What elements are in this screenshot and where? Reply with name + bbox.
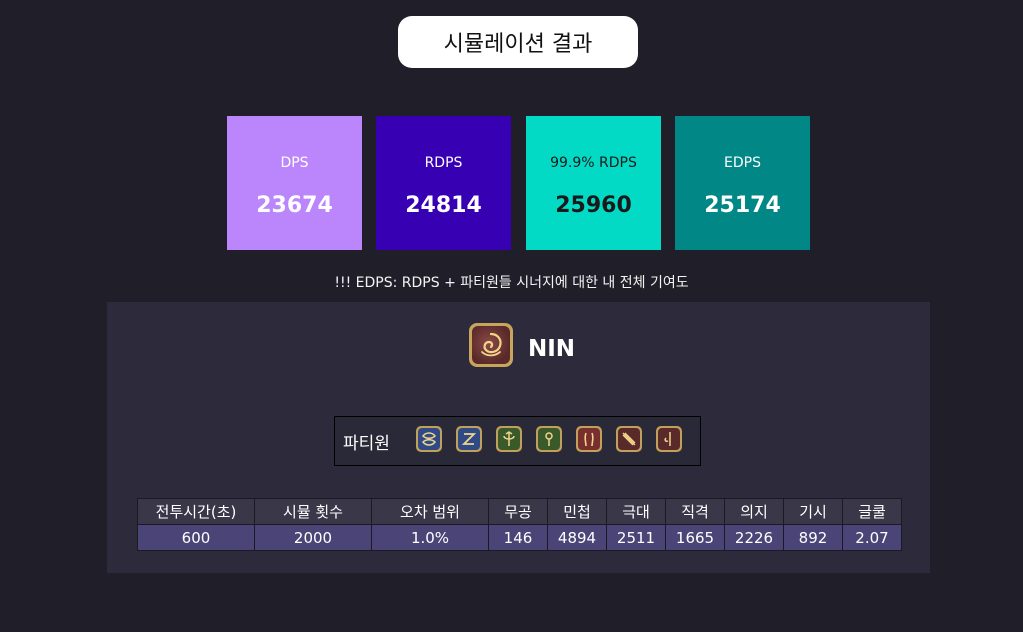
sage-job-icon <box>536 426 562 452</box>
red-mage-job-icon <box>656 426 682 452</box>
table-header: 극대 <box>606 498 666 525</box>
rdps-999-label: 99.9% RDPS <box>550 154 637 171</box>
job-name: NIN <box>528 336 576 362</box>
edps-note: !!! EDPS: RDPS + 파티원들 시너지에 대한 내 전체 기여도 <box>334 275 689 291</box>
dancer-job-icon <box>576 426 602 452</box>
table-cell: 2000 <box>254 524 372 551</box>
table-cell: 1665 <box>665 524 725 551</box>
edps-value: 25174 <box>704 192 781 218</box>
page-title: 시뮬레이션 결과 <box>398 16 638 68</box>
table-cell: 892 <box>783 524 843 551</box>
table-header: 오차 범위 <box>371 498 489 525</box>
dps-value: 23674 <box>256 192 333 218</box>
dragoon-job-icon <box>456 426 482 452</box>
table-row: 600 2000 1.0% 146 4894 2511 1665 2226 89… <box>137 524 902 551</box>
party-label: 파티원 <box>343 434 390 454</box>
paladin-job-icon <box>416 426 442 452</box>
rdps-999-card: 99.9% RDPS 25960 <box>526 116 661 250</box>
table-header: 기시 <box>783 498 843 525</box>
table-cell: 146 <box>488 524 548 551</box>
table-cell: 2226 <box>724 524 784 551</box>
table-header: 글쿨 <box>842 498 902 525</box>
dps-label: DPS <box>280 154 309 171</box>
table-cell: 600 <box>137 524 255 551</box>
table-header: 전투시간(초) <box>137 498 255 525</box>
table-cell: 2.07 <box>842 524 902 551</box>
dps-card: DPS 23674 <box>227 116 362 250</box>
table-cell: 2511 <box>606 524 666 551</box>
stats-table: 전투시간(초) 시뮬 횟수 오차 범위 무공 민첩 극대 직격 의지 기시 글쿨… <box>137 498 902 551</box>
astrologian-job-icon <box>496 426 522 452</box>
table-header: 무공 <box>488 498 548 525</box>
edps-label: EDPS <box>724 154 761 171</box>
edps-card: EDPS 25174 <box>675 116 810 250</box>
rdps-999-value: 25960 <box>555 192 632 218</box>
rdps-label: RDPS <box>424 154 463 171</box>
table-cell: 1.0% <box>371 524 489 551</box>
table-header: 시뮬 횟수 <box>254 498 372 525</box>
ninja-job-icon <box>469 323 513 367</box>
table-cell: 4894 <box>547 524 607 551</box>
rdps-card: RDPS 24814 <box>376 116 511 250</box>
table-header: 민첩 <box>547 498 607 525</box>
table-header: 의지 <box>724 498 784 525</box>
table-header-row: 전투시간(초) 시뮬 횟수 오차 범위 무공 민첩 극대 직격 의지 기시 글쿨 <box>137 498 902 525</box>
table-header: 직격 <box>665 498 725 525</box>
bard-job-icon <box>616 426 642 452</box>
rdps-value: 24814 <box>405 192 482 218</box>
